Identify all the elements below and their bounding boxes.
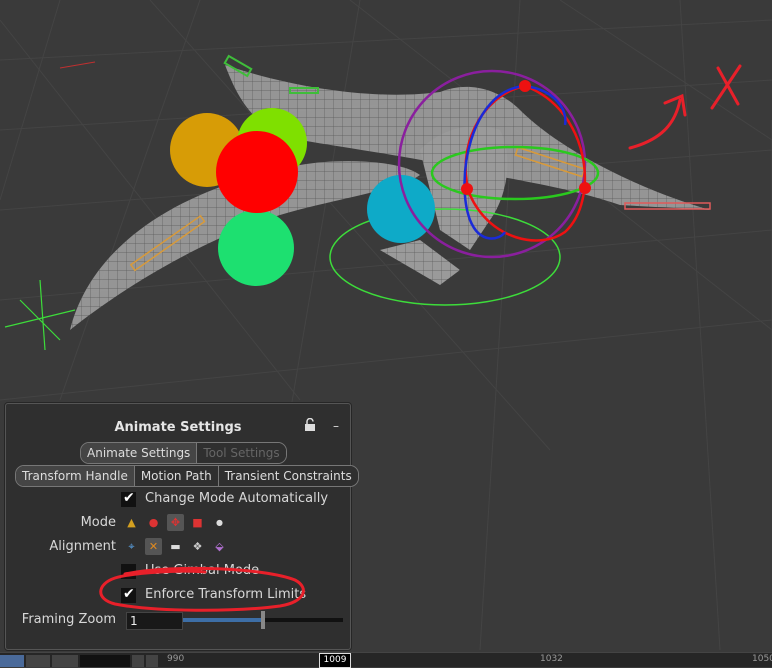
timeline-button[interactable]	[26, 655, 50, 667]
align-world-icon[interactable]: ⌖	[123, 538, 140, 555]
minimize-icon[interactable]: –	[328, 418, 344, 434]
change-mode-label: Change Mode Automatically	[145, 491, 329, 506]
axis-marker	[59, 61, 96, 69]
mode-pivot-icon[interactable]: ●	[211, 514, 228, 531]
timeline-button[interactable]	[132, 655, 144, 667]
animate-settings-panel: Animate Settings – Animate Settings Tool…	[5, 403, 359, 650]
lock-icon[interactable]	[302, 417, 318, 434]
slider-fill	[183, 618, 263, 622]
green-sphere-control[interactable]	[218, 210, 294, 286]
timeline-button[interactable]	[146, 655, 158, 667]
align-ground-icon[interactable]: ▬	[167, 538, 184, 555]
tab-animate-settings[interactable]: Animate Settings	[81, 443, 198, 463]
annotation-arrow	[628, 93, 687, 150]
tab-motion-path[interactable]: Motion Path	[134, 466, 219, 486]
tab-transient-constraints[interactable]: Transient Constraints	[218, 466, 358, 486]
timeline-field[interactable]	[80, 655, 130, 667]
align-object-icon[interactable]: ✕	[145, 538, 162, 555]
framing-zoom-label: Framing Zoom	[21, 612, 116, 627]
mode-rotate-icon[interactable]: ●	[145, 514, 162, 531]
tab-transform-handle[interactable]: Transform Handle	[16, 466, 135, 486]
mode-scale-icon[interactable]: ■	[189, 514, 206, 531]
annotation-circle	[99, 566, 305, 612]
tab-tool-settings[interactable]: Tool Settings	[197, 443, 286, 463]
mode-transform-icon[interactable]: ✥	[167, 514, 184, 531]
sub-tab-bar: Transform Handle Motion Path Transient C…	[15, 465, 359, 487]
framing-zoom-field[interactable]: 1	[126, 612, 183, 630]
timeline-tick: 990	[167, 654, 185, 664]
align-component-icon[interactable]: ❖	[189, 538, 206, 555]
top-tab-bar: Animate Settings Tool Settings	[80, 442, 287, 464]
mode-label: Mode	[80, 515, 116, 530]
alignment-label: Alignment	[49, 539, 116, 554]
checkmark-icon: ✔	[123, 490, 135, 506]
change-mode-checkbox[interactable]: ✔	[121, 490, 136, 507]
red-sphere-control[interactable]	[216, 131, 298, 213]
align-custom-icon[interactable]: ⬙	[211, 538, 228, 555]
annotation-x-mark	[710, 64, 742, 110]
locator-marker	[4, 279, 76, 351]
timeline-button[interactable]	[52, 655, 78, 667]
panel-title: Animate Settings	[114, 420, 242, 435]
timeline-button[interactable]	[0, 655, 24, 667]
mode-translate-icon[interactable]: ▲	[123, 514, 140, 531]
slider-handle[interactable]	[261, 611, 265, 629]
framing-zoom-slider[interactable]	[183, 611, 343, 629]
timeline-tick: 1032	[540, 654, 563, 664]
timeline-tick: 1050	[752, 654, 772, 664]
timeline-bar[interactable]: 990 1009 1032 1050	[0, 652, 772, 668]
